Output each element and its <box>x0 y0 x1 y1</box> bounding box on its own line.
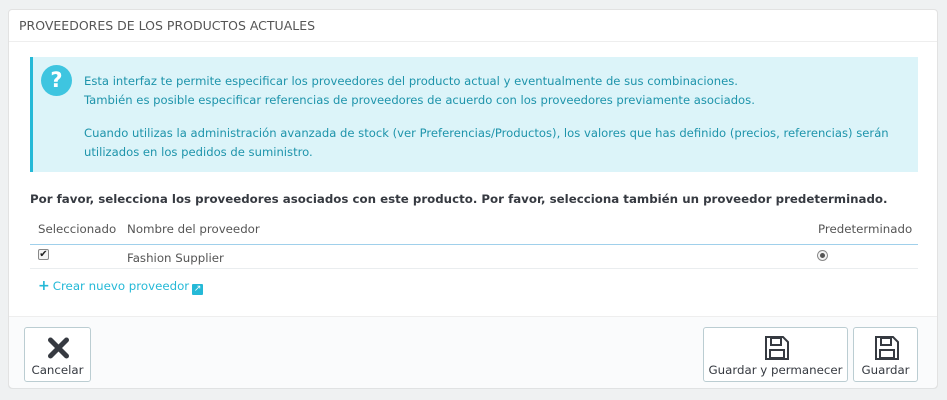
column-header-supplier-name: Nombre del proveedor <box>127 222 260 236</box>
cancel-button[interactable]: Cancelar <box>24 327 91 382</box>
external-link-icon: ↗ <box>192 284 204 295</box>
table-row-divider <box>30 268 918 269</box>
close-icon <box>48 337 69 359</box>
info-alert: ? Esta interfaz te permite especificar l… <box>30 57 918 172</box>
table-header-divider <box>30 244 918 245</box>
save-button[interactable]: Guardar <box>853 327 918 382</box>
save-button-label: Guardar <box>861 363 910 377</box>
create-supplier-label: Crear nuevo proveedor <box>52 279 190 293</box>
save-and-stay-label: Guardar y permanecer <box>708 363 843 377</box>
instructions-text: Por favor, selecciona los proveedores as… <box>30 192 888 206</box>
suppliers-panel: PROVEEDORES DE LOS PRODUCTOS ACTUALES ? … <box>8 9 938 388</box>
floppy-disk-icon <box>765 336 789 360</box>
panel-heading: PROVEEDORES DE LOS PRODUCTOS ACTUALES <box>9 10 937 42</box>
save-and-stay-button[interactable]: Guardar y permanecer <box>703 327 848 382</box>
supplier-name: Fashion Supplier <box>127 251 224 265</box>
info-line-2: También es posible especificar referenci… <box>84 93 755 107</box>
cancel-button-label: Cancelar <box>31 363 84 377</box>
column-header-selected: Seleccionado <box>38 222 117 236</box>
question-circle-icon: ? <box>41 65 72 96</box>
info-line-4: utilizados en los pedidos de suministro. <box>84 145 313 159</box>
floppy-disk-icon <box>875 336 899 360</box>
supplier-default-radio[interactable] <box>817 250 828 261</box>
panel-title: PROVEEDORES DE LOS PRODUCTOS ACTUALES <box>19 18 316 33</box>
create-supplier-link[interactable]: + Crear nuevo proveedor ↗ <box>38 278 204 295</box>
plus-icon: + <box>38 278 50 294</box>
info-line-3: Cuando utilizas la administración avanza… <box>84 126 889 140</box>
supplier-selected-checkbox[interactable]: ✔ <box>38 249 49 260</box>
panel-footer: Cancelar Guardar y permanecer Guardar <box>9 316 937 388</box>
column-header-default: Predeterminado <box>818 222 913 236</box>
info-line-1: Esta interfaz te permite especificar los… <box>84 74 738 88</box>
